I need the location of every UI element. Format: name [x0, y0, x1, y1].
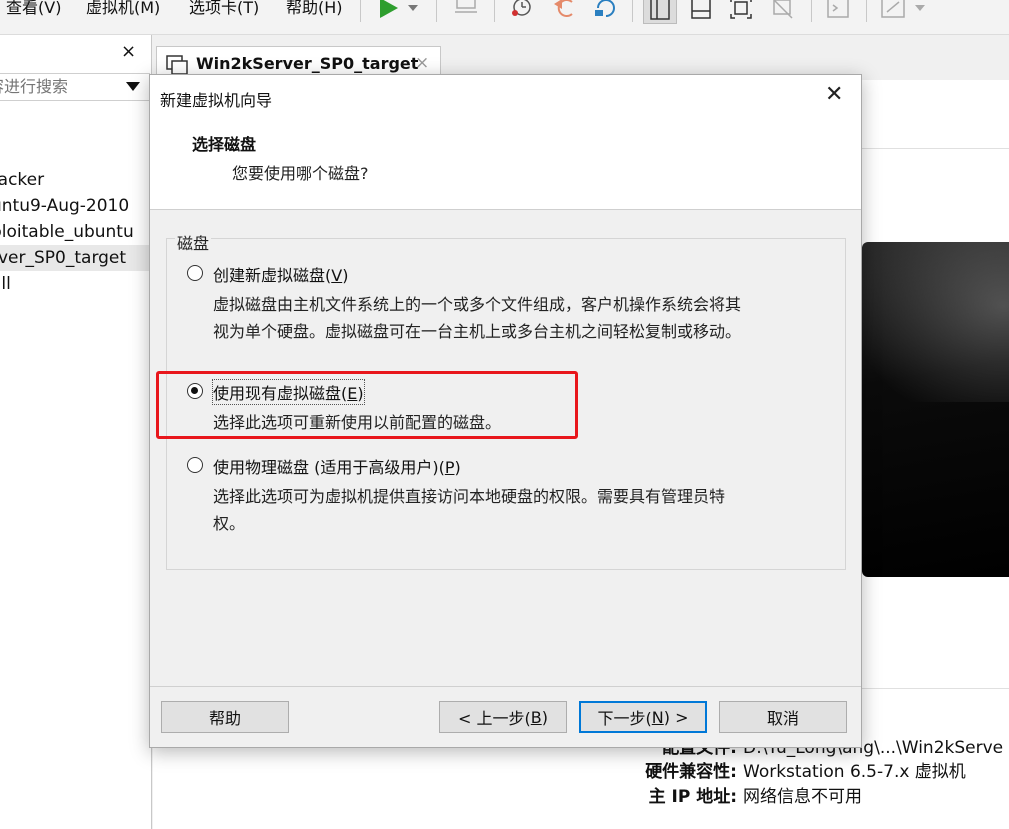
sidebar-close-icon[interactable]: ×: [121, 41, 136, 62]
stretch-icon: [881, 0, 925, 18]
radio-button[interactable]: [187, 457, 203, 473]
vm-list-item[interactable]: untu9-Aug-2010: [0, 193, 150, 219]
option-description: 虚拟磁盘由主机文件系统上的一个或多个文件组成，客户机操作系统会将其 视为单个硬盘…: [213, 295, 742, 341]
power-on-button[interactable]: [372, 0, 424, 22]
send-ctrl-alt-del-button[interactable]: [450, 0, 482, 22]
toolbar-separator: [360, 0, 361, 22]
detail-primary-ip: 主 IP 地址: 网络信息不可用: [648, 787, 862, 807]
step-subheading: 您要使用哪个磁盘?: [232, 164, 369, 183]
menu-view[interactable]: 查看(V): [6, 0, 61, 19]
radio-button[interactable]: [187, 265, 203, 281]
step-heading: 选择磁盘: [192, 135, 257, 154]
search-dropdown-icon[interactable]: [126, 82, 140, 91]
full-screen-button[interactable]: [725, 0, 757, 22]
menu-tabs[interactable]: 选项卡(T): [189, 0, 259, 19]
play-icon: [380, 0, 418, 18]
unity-icon: [773, 0, 793, 19]
revert-icon: [554, 0, 573, 17]
divider: [150, 686, 861, 687]
help-button[interactable]: 帮助: [161, 701, 289, 733]
thumbnail-layout-icon: [691, 0, 711, 19]
keyboard-icon: [455, 0, 477, 13]
menu-vm[interactable]: 虚拟机(M): [86, 0, 160, 19]
tab-label: Win2kServer_SP0_target: [196, 54, 419, 73]
clock-snapshot-icon: [512, 0, 531, 16]
dialog-title: 新建虚拟机向导: [160, 91, 273, 110]
library-search-input[interactable]: [0, 74, 106, 98]
unity-button[interactable]: [767, 0, 799, 22]
toolbar-separator: [632, 0, 633, 22]
tab-close-icon[interactable]: ×: [415, 53, 429, 73]
new-vm-wizard-dialog: 新建虚拟机向导 ✕ 选择磁盘 您要使用哪个磁盘? 磁盘 创建新虚拟磁盘(V) 虚…: [149, 74, 862, 748]
toolbar-separator: [436, 0, 437, 22]
console-button[interactable]: [822, 0, 854, 22]
group-title: 磁盘: [175, 230, 212, 254]
stretch-button[interactable]: [877, 0, 931, 22]
library-layout-icon: [650, 0, 670, 20]
menubar: 查看(V) 虚拟机(M) 选项卡(T) 帮助(H): [0, 0, 1009, 35]
toolbar-separator: [811, 0, 812, 22]
cancel-button[interactable]: 取消: [719, 701, 847, 733]
option-label: 创建新虚拟磁盘(V): [213, 266, 349, 285]
next-button[interactable]: 下一步(N) >: [579, 701, 707, 733]
show-library-button[interactable]: [643, 0, 677, 24]
toolbar-separator: [866, 0, 867, 22]
divider: [860, 148, 1009, 149]
snapshot-manager-button[interactable]: [590, 0, 622, 22]
fullscreen-icon: [730, 0, 752, 19]
snapshot-manager-icon: [595, 0, 615, 17]
console-icon: [827, 0, 849, 18]
thumbnail-glow: [862, 242, 1009, 402]
revert-snapshot-button[interactable]: [548, 0, 580, 22]
library-search: [0, 73, 150, 101]
dialog-close-icon[interactable]: ✕: [825, 84, 843, 106]
menu-help[interactable]: 帮助(H): [286, 0, 343, 19]
library-sidebar: × tacker untu9-Aug-2010 ploitable_ubuntu…: [0, 35, 152, 829]
vm-list-item[interactable]: tacker: [0, 167, 150, 193]
show-thumbnail-button[interactable]: [685, 0, 717, 22]
vm-list-item[interactable]: all: [0, 271, 150, 297]
vm-tab-icon: [166, 55, 188, 75]
option-description: 选择此选项可为虚拟机提供直接访问本地硬盘的权限。需要具有管理员特 权。: [213, 487, 726, 533]
toolbar-separator: [494, 0, 495, 22]
vm-list-item-selected[interactable]: rver_SP0_target: [0, 245, 150, 271]
detail-hardware-compat: 硬件兼容性: Workstation 6.5-7.x 虚拟机: [645, 762, 966, 782]
dialog-header: 新建虚拟机向导 ✕ 选择磁盘 您要使用哪个磁盘?: [150, 75, 861, 210]
snapshot-button[interactable]: [506, 0, 538, 22]
back-button[interactable]: < 上一步(B): [439, 701, 567, 733]
vm-list: tacker untu9-Aug-2010 ploitable_ubuntu r…: [0, 167, 150, 297]
annotation-highlight-box: [156, 371, 578, 439]
vm-list-item[interactable]: ploitable_ubuntu: [0, 219, 150, 245]
option-label: 使用物理磁盘 (适用于高级用户)(P): [213, 458, 461, 477]
vm-screen-thumbnail[interactable]: [862, 242, 1009, 577]
